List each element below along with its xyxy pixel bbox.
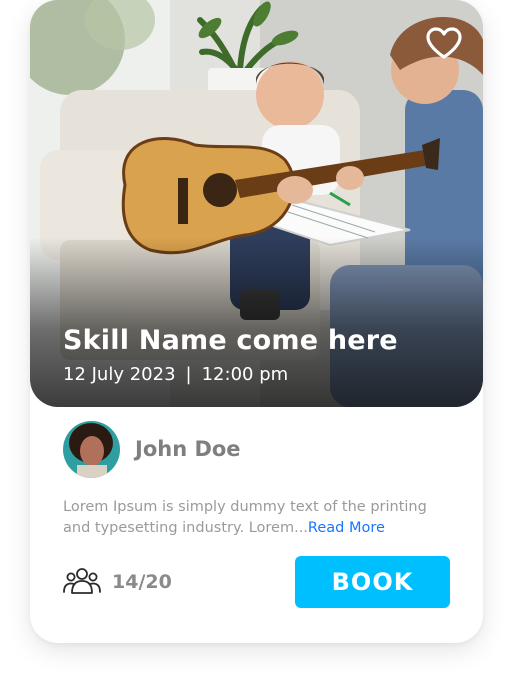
skill-title: Skill Name come here	[63, 325, 398, 356]
host-name[interactable]: John Doe	[135, 437, 241, 461]
skill-date: 12 July 2023	[63, 364, 176, 385]
avatar[interactable]	[63, 421, 120, 478]
skill-time: 12:00 pm	[201, 364, 289, 385]
datetime-separator: |	[185, 364, 192, 385]
skill-datetime: 12 July 2023 | 12:00 pm	[63, 364, 288, 385]
book-button[interactable]: BOOK	[295, 556, 450, 608]
participant-count: 14/20	[112, 571, 172, 593]
skill-description: Lorem Ipsum is simply dummy text of the …	[63, 497, 458, 539]
heart-icon[interactable]	[425, 26, 463, 60]
skill-card[interactable]: Skill Name come here 12 July 2023 | 12:00 …	[30, 0, 483, 643]
people-icon	[63, 568, 101, 594]
read-more-link[interactable]: Read More	[308, 520, 385, 536]
skill-hero-image: Skill Name come here 12 July 2023 | 12:00 …	[30, 0, 483, 407]
host-avatar-image	[63, 421, 120, 478]
